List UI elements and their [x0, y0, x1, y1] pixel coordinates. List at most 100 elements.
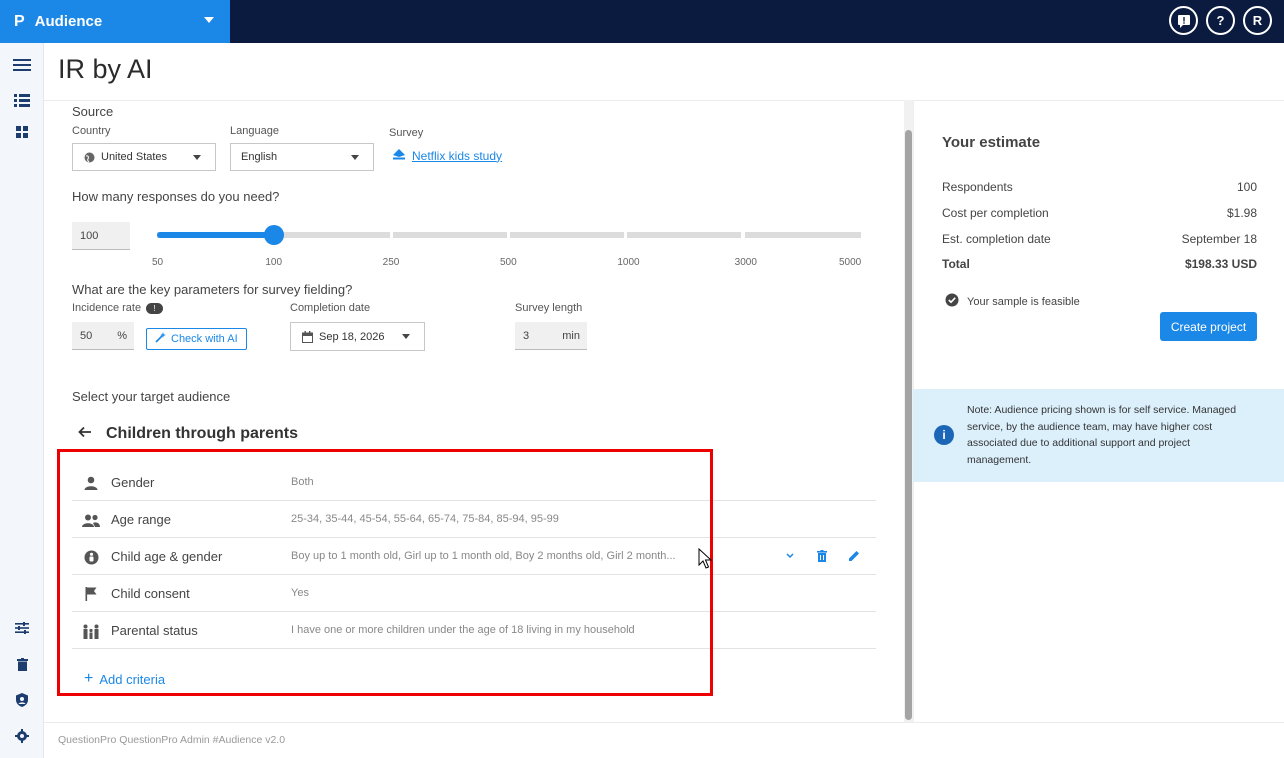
- check-circle-icon: [945, 293, 959, 310]
- estimate-row-cost: Cost per completion $1.98: [942, 206, 1257, 220]
- create-project-button[interactable]: Create project: [1160, 312, 1257, 341]
- completion-label: Completion date: [290, 302, 371, 314]
- estimate-title: Your estimate: [942, 134, 1041, 151]
- survey-length-label: Survey length: [515, 302, 583, 314]
- add-criteria-label: Add criteria: [99, 671, 166, 687]
- minutes-unit: min: [562, 329, 580, 342]
- calendar-icon: [302, 331, 313, 346]
- percent-unit: %: [117, 329, 127, 342]
- avatar[interactable]: R: [1243, 6, 1272, 35]
- admin-shield-icon[interactable]: [12, 690, 32, 710]
- chevron-down-icon: [204, 17, 214, 23]
- criteria-value: Boy up to 1 month old, Girl up to 1 mont…: [291, 550, 676, 562]
- survey-name: Netflix kids study: [412, 148, 503, 163]
- criteria-row-gender[interactable]: Gender Both: [72, 464, 876, 501]
- slider-tick-label: 100: [265, 257, 283, 268]
- survey-label: Survey: [389, 127, 424, 139]
- child-icon: [82, 548, 100, 566]
- slider-tick-label: 500: [500, 257, 517, 268]
- delete-icon[interactable]: [814, 548, 830, 564]
- country-label: Country: [72, 125, 111, 137]
- estimate-row-completion: Est. completion date September 18: [942, 232, 1257, 246]
- criteria-value: Both: [291, 476, 314, 488]
- responses-input[interactable]: 100: [72, 222, 130, 250]
- app-switcher[interactable]: P Audience: [0, 0, 230, 43]
- params-heading: What are the key parameters for survey f…: [72, 282, 353, 297]
- estimate-label: Cost per completion: [942, 206, 1049, 220]
- criteria-row-age-range[interactable]: Age range 25-34, 35-44, 45-54, 55-64, 65…: [72, 501, 876, 538]
- settings-gear-icon[interactable]: [12, 726, 32, 746]
- criteria-row-child-consent[interactable]: Child consent Yes: [72, 575, 876, 612]
- check-with-ai-button[interactable]: Check with AI: [146, 328, 247, 350]
- info-icon[interactable]: !: [146, 302, 164, 314]
- estimate-value: 100: [1236, 180, 1257, 194]
- estimate-value: $1.98: [1226, 206, 1257, 220]
- estimate-row-total: Total $198.33 USD: [942, 257, 1257, 271]
- incidence-input[interactable]: 50 %: [72, 322, 134, 350]
- left-nav-rail: [0, 43, 44, 758]
- criteria-row-parental-status[interactable]: Parental status I have one or more child…: [72, 612, 876, 649]
- menu-icon[interactable]: [12, 55, 32, 75]
- completion-date-value: Sep 18, 2026: [319, 330, 385, 343]
- survey-icon: [392, 148, 406, 163]
- criteria-name: Parental status: [111, 623, 198, 638]
- estimate-value: September 18: [1181, 232, 1257, 246]
- survey-link[interactable]: Netflix kids study: [392, 148, 502, 163]
- completion-date-picker[interactable]: Sep 18, 2026: [290, 322, 425, 351]
- slider-tick-label: 50: [152, 257, 164, 268]
- slider-tick-label: 5000: [839, 257, 862, 268]
- feasible-status: Your sample is feasible: [945, 293, 1080, 310]
- person-icon: [82, 474, 100, 492]
- language-label: Language: [230, 125, 279, 137]
- scrollbar-thumb[interactable]: [905, 130, 912, 720]
- chevron-down-icon: [193, 155, 201, 160]
- family-icon: [82, 622, 100, 640]
- language-value: English: [241, 151, 278, 163]
- survey-length-value: 3: [523, 329, 530, 342]
- criteria-value: 25-34, 35-44, 45-54, 55-64, 65-74, 75-84…: [291, 513, 559, 525]
- estimate-row-respondents: Respondents 100: [942, 180, 1257, 194]
- app-name: Audience: [34, 13, 103, 30]
- expand-chevron-icon[interactable]: [782, 548, 798, 564]
- slider-tick-label: 3000: [734, 257, 757, 268]
- criteria-value: Yes: [291, 587, 309, 599]
- trash-icon[interactable]: [12, 654, 32, 674]
- feasible-text: Your sample is feasible: [967, 295, 1080, 308]
- info-icon: i: [934, 425, 954, 445]
- incidence-label-text: Incidence rate: [72, 302, 142, 314]
- source-heading: Source: [72, 104, 114, 119]
- criteria-name: Gender: [111, 475, 155, 490]
- list-icon[interactable]: [12, 90, 32, 110]
- slider-tick-label: 1000: [617, 257, 640, 268]
- pricing-note-text: Note: Audience pricing shown is for self…: [967, 404, 1237, 466]
- globe-icon: [84, 152, 95, 166]
- slider-tick-label: 250: [382, 257, 400, 268]
- page-title: IR by AI: [58, 54, 153, 84]
- add-criteria-button[interactable]: + Add criteria: [84, 670, 165, 688]
- top-bar: P Audience ? R: [0, 0, 1284, 43]
- survey-length-input[interactable]: 3 min: [515, 322, 587, 350]
- audience-heading: Select your target audience: [72, 389, 231, 404]
- criteria-name: Child consent: [111, 586, 190, 601]
- responses-slider-thumb[interactable]: [264, 225, 285, 245]
- back-arrow-icon[interactable]: [78, 425, 92, 443]
- flag-icon: [82, 585, 100, 603]
- incidence-label: Incidence rate !: [72, 302, 164, 314]
- dashboard-icon[interactable]: [12, 122, 32, 142]
- help-icon[interactable]: ?: [1206, 6, 1235, 35]
- chevron-down-icon: [351, 155, 359, 160]
- edit-pencil-icon[interactable]: [846, 548, 862, 564]
- magic-wand-icon: [155, 332, 166, 346]
- audience-title: Children through parents: [106, 425, 298, 442]
- country-select[interactable]: United States: [72, 143, 216, 171]
- estimate-value: $198.33 USD: [1184, 257, 1257, 271]
- check-with-ai-label: Check with AI: [171, 333, 238, 345]
- criteria-value: I have one or more children under the ag…: [291, 624, 635, 636]
- estimate-label: Respondents: [942, 180, 1013, 194]
- criteria-name: Child age & gender: [111, 549, 223, 564]
- feedback-icon[interactable]: [1169, 6, 1198, 35]
- criteria-row-child-age-gender[interactable]: Child age & gender Boy up to 1 month old…: [72, 538, 876, 575]
- language-select[interactable]: English: [230, 143, 374, 171]
- sliders-icon[interactable]: [12, 618, 32, 638]
- estimate-label: Total: [942, 257, 970, 271]
